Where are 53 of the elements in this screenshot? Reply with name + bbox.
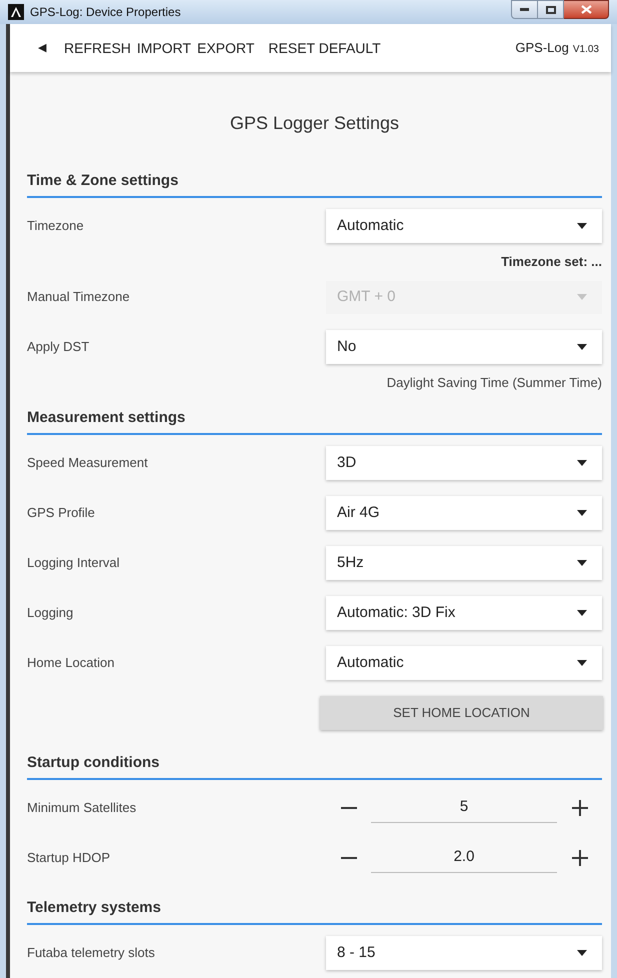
field-label: Startup HDOP	[27, 849, 112, 868]
field-label: Logging	[27, 604, 74, 622]
caret-icon	[577, 294, 587, 300]
toolbar-button[interactable]: REFRESH	[64, 38, 131, 58]
dropdown[interactable]: 3D	[326, 446, 602, 480]
field-label: Manual Timezone	[27, 288, 131, 306]
back-button[interactable]: ◀	[38, 40, 46, 56]
dropdown[interactable]: 8 - 15	[326, 936, 602, 970]
caret-icon	[577, 510, 587, 516]
dropdown[interactable]: Air 4G	[326, 496, 602, 530]
caret-icon	[577, 950, 587, 956]
dropdown[interactable]: Automatic	[326, 646, 602, 680]
maximize-button[interactable]	[538, 0, 564, 19]
field-label: Timezone	[27, 217, 85, 236]
toolbar-button[interactable]: IMPORT	[136, 38, 192, 58]
minimize-button[interactable]	[511, 0, 538, 19]
field-label: Speed Measurement	[27, 454, 149, 472]
plus-icon[interactable]	[572, 850, 588, 866]
caret-icon	[577, 610, 587, 616]
number-field[interactable]: 5	[371, 793, 557, 823]
set-home-button[interactable]: SET HOME LOCATION	[320, 696, 603, 730]
field-label: Apply DST	[27, 338, 90, 356]
toolbar-button[interactable]: RESET DEFAULT	[268, 38, 381, 58]
caret-icon	[577, 660, 587, 666]
field-label: GPS Profile	[27, 504, 96, 522]
field-label: Futaba telemetry slots	[27, 944, 156, 962]
number-field[interactable]: 2.0	[371, 843, 557, 873]
dropdown[interactable]: Automatic	[326, 209, 602, 243]
field-label: Logging Interval	[27, 554, 121, 572]
field-label: Minimum Satellites	[27, 799, 138, 818]
toolbar-button[interactable]: EXPORT	[197, 38, 254, 58]
section-heading: Telemetry systems	[27, 883, 602, 925]
dropdown[interactable]: No	[326, 330, 602, 364]
section-heading: Startup conditions	[27, 738, 602, 780]
app-logo-icon	[8, 4, 24, 20]
section-heading: Measurement settings	[27, 393, 602, 435]
window-title: GPS-Log: Device Properties	[30, 4, 182, 21]
dropdown[interactable]: Automatic: 3D Fix	[326, 596, 602, 630]
hint-text: Timezone set: ...	[501, 252, 602, 271]
close-icon	[580, 5, 592, 14]
caret-icon	[577, 560, 587, 566]
caret-icon	[577, 223, 587, 229]
field-label: Home Location	[27, 654, 116, 672]
section-heading: Time & Zone settings	[27, 156, 602, 198]
page-title: GPS Logger Settings	[228, 112, 400, 134]
caret-icon	[577, 344, 587, 350]
caret-icon	[577, 460, 587, 466]
dropdown[interactable]: 5Hz	[326, 546, 602, 580]
plus-icon[interactable]	[572, 800, 588, 816]
version-label: V1.03	[572, 43, 599, 57]
close-button[interactable]	[564, 0, 609, 19]
app-name: GPS-Log	[515, 39, 569, 58]
hint-text: Daylight Saving Time (Summer Time)	[386, 374, 602, 392]
